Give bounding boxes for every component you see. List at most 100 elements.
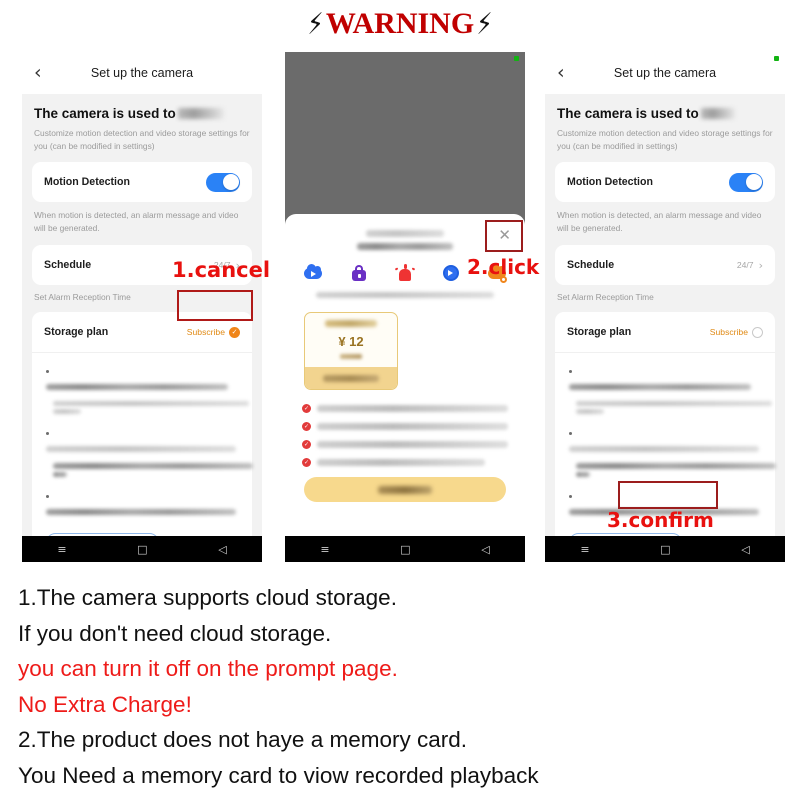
annotation-step2: 2.click (467, 255, 540, 279)
list-item: ✓ (302, 458, 508, 467)
sheet-title-group (298, 230, 512, 250)
empty-circle-icon (752, 326, 763, 338)
redacted-plan-period (340, 354, 362, 359)
camera-usage-label: The camera is used to (34, 106, 176, 121)
annotation-box-click (485, 220, 523, 252)
home-icon[interactable]: □ (400, 543, 410, 556)
redacted-line (46, 384, 228, 391)
android-navbar: ≡ □ ◁ (22, 536, 262, 562)
motion-detection-row[interactable]: Motion Detection (44, 162, 240, 202)
redacted-line (317, 441, 508, 448)
phone3-appbar: ‹ Set up the camera (545, 52, 785, 94)
menu-icon[interactable]: ≡ (320, 543, 329, 556)
camera-usage-description: Customize motion detection and video sto… (34, 128, 250, 151)
warning-title: WARNING (325, 7, 475, 40)
redacted-line (317, 423, 508, 430)
subscribe-label: Subscribe (186, 327, 225, 338)
motion-detection-toggle[interactable] (206, 172, 240, 192)
motion-detection-hint: When motion is detected, an alarm messag… (557, 210, 762, 234)
check-circle-icon: ✓ (302, 440, 311, 449)
schedule-label: Schedule (44, 259, 92, 272)
back-nav-icon[interactable]: ◁ (481, 543, 489, 556)
status-dot-icon (774, 56, 779, 61)
phone1-content: The camera is used to Customize motion d… (22, 106, 262, 536)
schedule-label: Schedule (567, 259, 615, 272)
schedule-row[interactable]: Schedule 24/7 › (567, 245, 763, 285)
alarm-reception-hint: Set Alarm Reception Time (557, 292, 654, 303)
back-icon[interactable]: ‹ (34, 63, 42, 83)
plan-bullet-group (46, 424, 238, 460)
schedule-card: Schedule 24/7 › (555, 245, 775, 286)
lightning-bolt-right-icon: ⚡ (476, 6, 493, 42)
redacted-button-label (378, 485, 432, 494)
instruction-notes: 1.The camera supports cloud storage. If … (18, 580, 788, 794)
phone1-appbar: ‹ Set up the camera (22, 52, 262, 94)
cloud-play-icon (304, 264, 322, 282)
redacted-line (46, 509, 236, 516)
subscribe-toggle[interactable]: Subscribe ✓ (186, 326, 240, 338)
redacted-caption-row (316, 292, 494, 298)
redacted-line (569, 384, 751, 391)
motion-detection-row[interactable]: Motion Detection (567, 162, 763, 202)
annotation-box-confirm (618, 481, 718, 509)
toggle-knob (222, 174, 239, 191)
plan-bullet-group (46, 362, 238, 398)
subscribe-cta-button[interactable] (304, 477, 506, 502)
bullet-dot (46, 494, 49, 498)
cloud-services-introduction-button[interactable]: Cloud Services Introduction (569, 533, 682, 536)
status-dot-icon (514, 56, 519, 61)
android-navbar: ≡ □ ◁ (285, 536, 525, 562)
redacted-value (700, 108, 735, 119)
android-navbar: ≡ □ ◁ (545, 536, 785, 562)
redacted-line (46, 446, 236, 453)
back-nav-icon[interactable]: ◁ (741, 543, 749, 556)
menu-icon[interactable]: ≡ (580, 543, 589, 556)
bullet-dot (569, 369, 572, 373)
plan-benefits-list: ✓ ✓ ✓ ✓ (302, 404, 508, 467)
note-line: If you don't need cloud storage. (18, 620, 332, 646)
menu-icon[interactable]: ≡ (57, 543, 66, 556)
redacted-line (576, 463, 776, 470)
plan-bullet-group (46, 487, 238, 523)
motion-detection-card: Motion Detection (32, 162, 252, 203)
list-item: ✓ (302, 422, 508, 431)
subscribe-toggle[interactable]: Subscribe (709, 326, 763, 338)
home-icon[interactable]: □ (137, 543, 147, 556)
note-line: You Need a memory card to viow recorded … (18, 762, 539, 788)
redacted-line (53, 409, 81, 415)
subscribe-label: Subscribe (709, 327, 748, 338)
price-card-top: ¥ 12 (305, 313, 397, 367)
note-line: you can turn it off on the prompt page. (18, 656, 398, 682)
back-icon[interactable]: ‹ (557, 63, 565, 83)
check-circle-icon: ✓ (302, 458, 311, 467)
redacted-line (317, 405, 508, 412)
note-line: 2.The product does not haye a memory car… (18, 727, 467, 753)
motion-detection-toggle[interactable] (729, 172, 763, 192)
schedule-value: 24/7 (736, 260, 754, 271)
home-icon[interactable]: □ (660, 543, 670, 556)
redacted-plan-note (323, 374, 379, 382)
phone3-content: The camera is used to Customize motion d… (545, 106, 785, 536)
redacted-value (177, 108, 224, 119)
toggle-knob (745, 174, 762, 191)
bullet-dot (569, 431, 572, 435)
price-plan-card[interactable]: ¥ 12 (304, 312, 398, 390)
plan-price: ¥ 12 (338, 334, 364, 349)
camera-usage-description: Customize motion detection and video sto… (557, 128, 773, 151)
check-circle-icon: ✓ (302, 404, 311, 413)
circle-play-icon (442, 264, 460, 282)
redacted-line (53, 463, 253, 470)
plan-bullet-group (569, 362, 761, 398)
list-item: ✓ (302, 404, 508, 413)
back-nav-icon[interactable]: ◁ (218, 543, 226, 556)
price-card-footer (305, 367, 397, 389)
cloud-services-introduction-button[interactable]: Cloud Services Introduction (46, 533, 159, 536)
redacted-sheet-title (366, 230, 444, 237)
siren-alarm-icon (394, 264, 416, 282)
storage-plan-row[interactable]: Storage plan Subscribe (567, 312, 763, 352)
check-circle-icon: ✓ (229, 326, 240, 338)
redacted-line (317, 459, 485, 466)
redacted-line (576, 409, 604, 415)
redacted-line (569, 446, 759, 453)
page-title: Set up the camera (613, 66, 717, 80)
